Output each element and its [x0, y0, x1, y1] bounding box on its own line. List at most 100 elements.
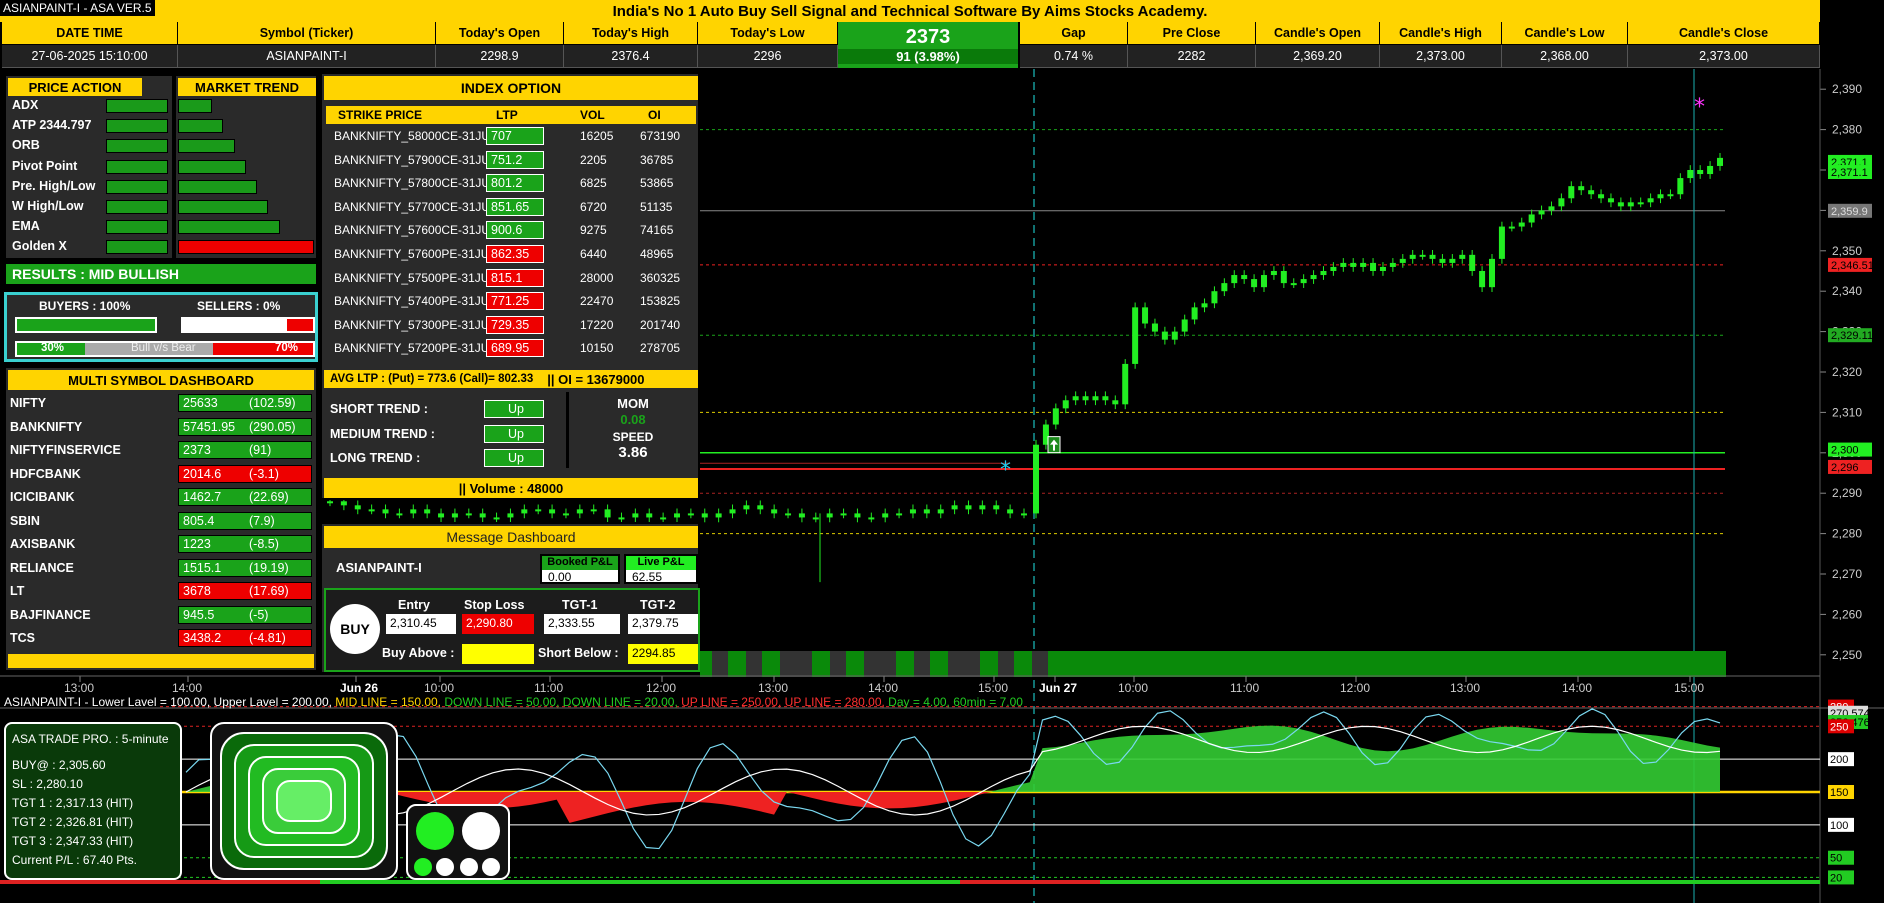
price: 1462.7 [183, 490, 222, 504]
candle-body [507, 513, 514, 518]
option-row[interactable]: BANKNIFTY_57600PE-31JU 862.35 6440 48965 [326, 244, 696, 266]
symbol-name[interactable]: HDFCBANK [10, 467, 81, 481]
signal-gauge [210, 722, 398, 880]
candle-body [1528, 214, 1535, 223]
price-tag-label: 2,300 [1831, 445, 1859, 457]
candle-body [1181, 319, 1188, 332]
candle-body [1142, 307, 1149, 324]
candle-body [1082, 396, 1089, 401]
candle-body [1350, 262, 1357, 267]
symbol-name[interactable]: ICICIBANK [10, 490, 75, 504]
y-tick-label: 2,270 [1832, 567, 1862, 581]
option-row[interactable]: BANKNIFTY_57300PE-31JU 729.35 17220 201740 [326, 315, 696, 337]
option-row[interactable]: BANKNIFTY_57500PE-31JU 815.1 28000 360325 [326, 268, 696, 290]
option-ltp: 851.65 [486, 197, 544, 216]
y-tick-label: 2,290 [1832, 486, 1862, 500]
symbol-name[interactable]: AXISBANK [10, 537, 75, 551]
legend-item: MID LINE = 150.00, [335, 695, 445, 709]
light-green-big [416, 812, 454, 850]
option-ltp: 751.2 [486, 150, 544, 169]
option-vol: 16205 [580, 129, 614, 143]
candle-body [896, 513, 903, 516]
val-candle-high: 2,373.00 [1380, 45, 1502, 68]
candle-body [562, 513, 569, 516]
change: (-8.5) [249, 537, 279, 551]
candle-body [1052, 408, 1059, 425]
y-tick-label: 2,350 [1832, 244, 1862, 258]
val-todays-low: 2296 [698, 45, 838, 68]
buyers-label: BUYERS : 100% [39, 299, 131, 313]
symbol-name[interactable]: NIFTYFINSERVICE [10, 443, 121, 457]
candle-body [979, 505, 986, 510]
option-row[interactable]: BANKNIFTY_57800CE-31JU 801.2 6825 53865 [326, 173, 696, 195]
strike: BANKNIFTY_57300PE-31JU [334, 317, 490, 332]
candle-body [1221, 283, 1228, 292]
symbol-name[interactable]: LT [10, 584, 24, 598]
symbol-price: 805.4 (7.9) [178, 511, 312, 530]
candle-body [1607, 198, 1614, 203]
trend-label: SHORT TREND : [330, 402, 428, 416]
symbol-name[interactable]: NIFTY [10, 396, 46, 410]
candle-body [993, 505, 1000, 510]
trade-pro-line: SL : 2,280.10 [12, 777, 83, 791]
symbol-name[interactable]: SBIN [10, 514, 40, 528]
x-tick-label: 11:00 [534, 681, 563, 695]
option-row[interactable]: BANKNIFTY_57600CE-31JU 900.6 9275 74165 [326, 220, 696, 242]
price: 805.4 [183, 513, 215, 528]
trade-pro-line: BUY@ : 2,305.60 [12, 758, 106, 772]
price-tag-label: 2,296 [1831, 462, 1859, 474]
candle-body [1330, 266, 1337, 271]
option-ltp: 689.95 [486, 339, 544, 358]
price: 2014.6 [183, 466, 222, 481]
x-tick-label: 14:00 [172, 681, 202, 695]
price: 1515.1 [183, 560, 222, 575]
option-row[interactable]: BANKNIFTY_57700CE-31JU 851.65 6720 51135 [326, 197, 696, 219]
option-ltp: 815.1 [486, 268, 544, 287]
candle-body [1379, 266, 1386, 271]
option-row[interactable]: BANKNIFTY_57200PE-31JU 689.95 10150 278705 [326, 338, 696, 360]
candle-body [1290, 283, 1297, 286]
change: (-3.1) [249, 466, 279, 481]
trend-bar [178, 99, 212, 113]
candle-body [1409, 254, 1416, 259]
symbol-name[interactable]: BAJFINANCE [10, 608, 91, 622]
symbol-price: 945.5 (-5) [178, 605, 312, 624]
candle-body [812, 517, 819, 520]
option-row[interactable]: BANKNIFTY_58000CE-31JU 707 16205 673190 [326, 126, 696, 148]
y-tick-label: 2,250 [1832, 648, 1862, 662]
val-symbol: ASIANPAINT-I [178, 45, 436, 68]
symbol-name[interactable]: RELIANCE [10, 561, 74, 575]
option-ltp: 801.2 [486, 174, 544, 193]
val-date-time: 27-06-2025 15:10:00 [2, 45, 178, 68]
option-ltp: 729.35 [486, 315, 544, 334]
strike: BANKNIFTY_57900CE-31JU [334, 152, 491, 167]
symbol-name[interactable]: TCS [10, 631, 35, 645]
option-row[interactable]: BANKNIFTY_57900CE-31JU 751.2 2205 36785 [326, 150, 696, 172]
candle-body [1300, 279, 1307, 284]
trend-bar [178, 220, 280, 235]
legend-item: DOWN LINE = 50.00, [444, 695, 563, 709]
candle-body [1360, 262, 1367, 267]
session-gap [1032, 651, 1048, 677]
candle-body [1370, 262, 1377, 271]
option-oi: 48965 [640, 247, 674, 261]
legend-item: ASIANPAINT-I - Lower Lavel = 100.00, Upp… [4, 695, 336, 709]
option-vol: 22470 [580, 294, 614, 309]
y-tick-label: 2,260 [1832, 607, 1862, 621]
candle-body [1211, 291, 1218, 304]
candle-body [1102, 396, 1109, 401]
candle-body [465, 513, 472, 516]
candle-body [1518, 222, 1525, 227]
buy-signal-button[interactable]: BUY [330, 604, 380, 654]
option-oi: 278705 [640, 341, 681, 356]
candle-body [1489, 258, 1495, 288]
candle-body [382, 509, 389, 514]
candle-body [549, 509, 556, 514]
option-row[interactable]: BANKNIFTY_57400PE-31JU 771.25 22470 153825 [326, 291, 696, 313]
booked-pnl-value: 0.00 [548, 570, 572, 584]
option-oi: 74165 [640, 223, 674, 238]
trend-bar [178, 240, 314, 255]
symbol-name[interactable]: BANKNIFTY [10, 420, 82, 434]
symbol-price: 25633 (102.59) [178, 394, 312, 412]
candle-body [840, 513, 847, 516]
